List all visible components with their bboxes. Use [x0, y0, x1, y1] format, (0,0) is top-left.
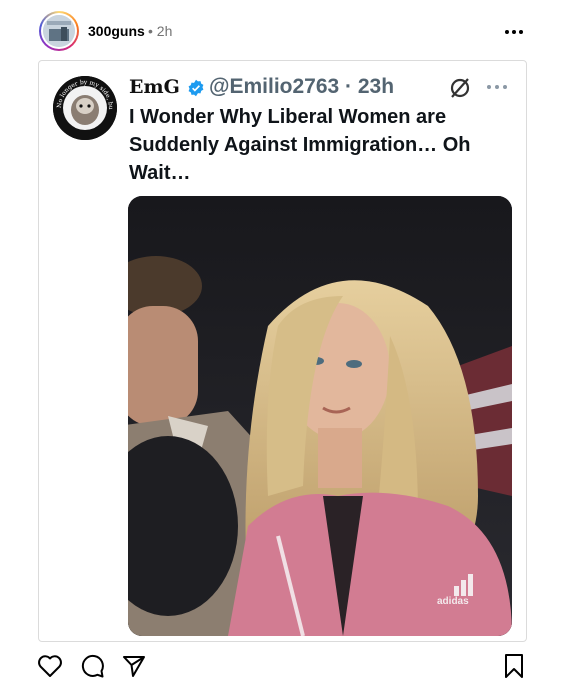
avatar	[43, 15, 75, 47]
send-icon	[121, 653, 147, 684]
post-timestamp: • 2h	[148, 23, 173, 39]
like-button[interactable]	[36, 654, 64, 682]
quoted-handle-time: @Emilio2763 · 23h	[209, 75, 395, 98]
quoted-more-icon	[485, 77, 509, 97]
video-frame: adidas	[128, 196, 512, 636]
post-media[interactable]: No longer by my side, but forever in my …	[38, 60, 527, 642]
quoted-display-name: EmG	[129, 76, 180, 98]
story-ring-avatar[interactable]	[39, 11, 79, 51]
share-button[interactable]	[120, 654, 148, 682]
quoted-post-text: I Wonder Why Liberal Women are Suddenly …	[129, 106, 471, 184]
post-header: 300guns • 2h	[0, 0, 588, 60]
verified-badge-icon	[187, 79, 205, 97]
username[interactable]: 300guns	[88, 23, 145, 39]
watermark-text: adidas	[437, 596, 469, 607]
heart-icon	[37, 654, 63, 683]
post-action-bar	[0, 648, 588, 688]
save-button[interactable]	[500, 653, 528, 684]
quoted-avatar: No longer by my side, but forever in my …	[50, 71, 117, 140]
more-options-icon[interactable]	[500, 18, 528, 46]
brand-logo-icon	[448, 76, 472, 100]
bookmark-icon	[503, 653, 525, 684]
comment-icon	[79, 653, 105, 684]
comment-button[interactable]	[78, 654, 106, 682]
